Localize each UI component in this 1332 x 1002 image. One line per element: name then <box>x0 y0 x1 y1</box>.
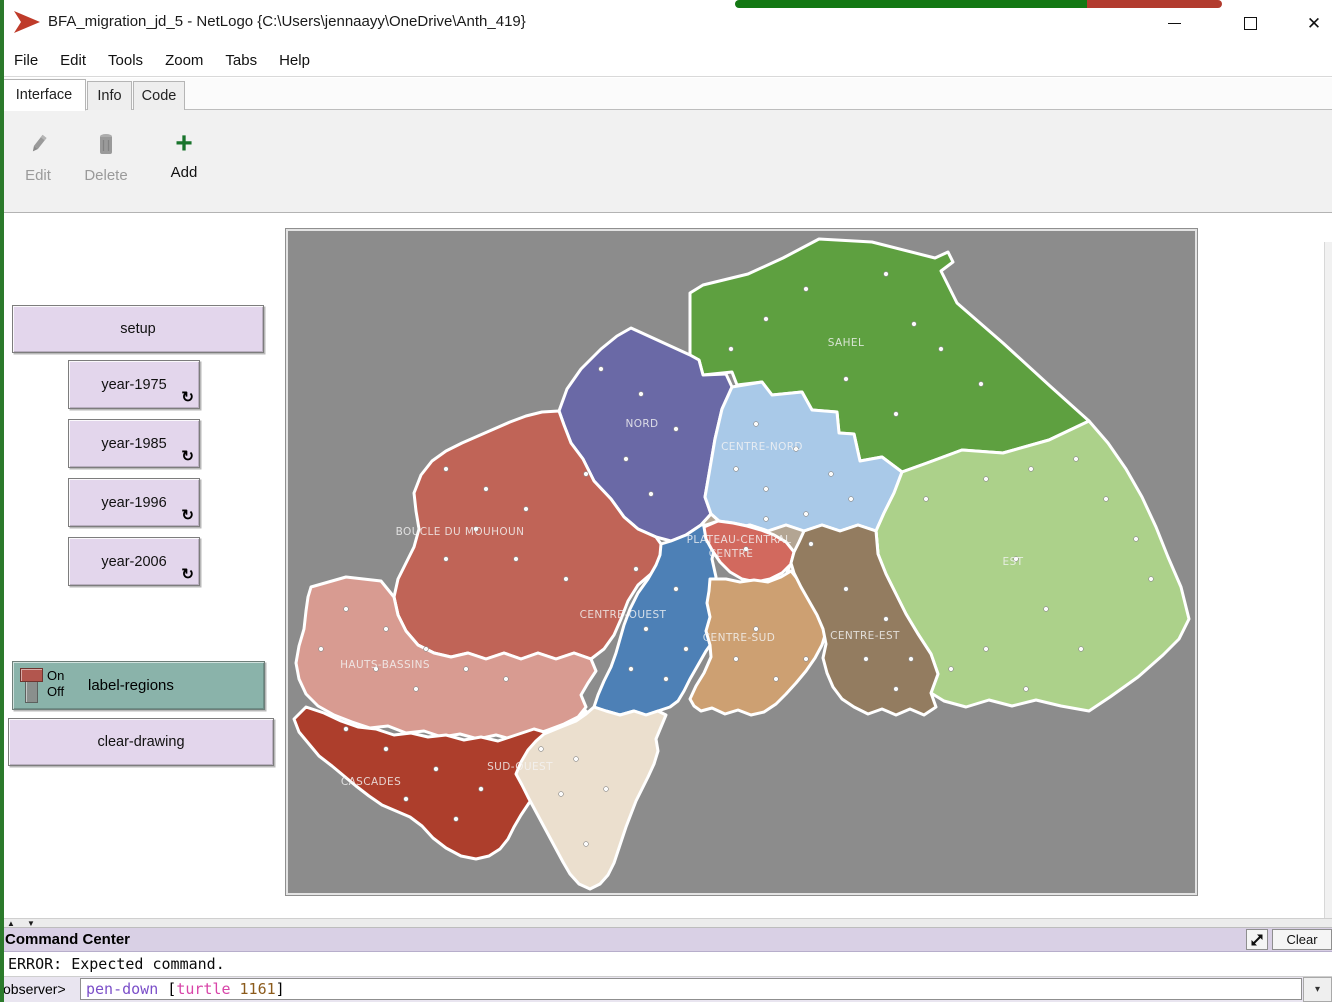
command-input-row: observer> pen-down [turtle 1161] ▾ <box>0 977 1332 1002</box>
setup-button[interactable]: setup <box>12 305 264 353</box>
command-center-splitter[interactable]: ▲ ▼ <box>0 918 1332 928</box>
edit-widget-button[interactable]: Edit <box>10 132 66 184</box>
switch-off-label: Off <box>47 684 64 699</box>
year-1975-label: year-1975 <box>101 377 166 393</box>
label-centre-sud: CENTRE-SUD <box>703 632 775 644</box>
label-centre: CENTRE <box>709 548 754 560</box>
netlogo-logo-icon <box>12 9 42 40</box>
command-center-header: Command Center Clear <box>0 928 1332 952</box>
plus-icon: + <box>175 127 193 160</box>
menu-tools[interactable]: Tools <box>97 52 154 69</box>
delete-widget-button[interactable]: Delete <box>78 132 134 184</box>
diagonal-arrows-icon <box>1250 933 1264 947</box>
command-input[interactable]: pen-down [turtle 1161] <box>80 978 1302 1000</box>
clear-button[interactable]: Clear <box>1272 929 1332 950</box>
tab-code[interactable]: Code <box>133 81 185 111</box>
tab-bar: Interface Info Code <box>0 78 1332 110</box>
year-1996-label: year-1996 <box>101 495 166 511</box>
year-1985-button[interactable]: year-1985 ↻ <box>68 419 200 468</box>
detach-button[interactable] <box>1246 929 1268 950</box>
command-output: ERROR: Expected command. <box>0 952 1332 977</box>
history-arrow-icon: ▾ <box>1315 984 1320 995</box>
switch-name-label: label-regions <box>88 662 174 709</box>
interface-canvas: setup year-1975 ↻ year-1985 ↻ year-1996 … <box>0 213 1332 918</box>
world-view[interactable]: SAHEL NORD CENTRE-NORD EST BOUCLE DU MOU… <box>285 228 1198 896</box>
close-button[interactable]: ✕ <box>1292 8 1332 38</box>
window-title: BFA_migration_jd_5 - NetLogo {C:\Users\j… <box>48 13 526 30</box>
vertical-scrollbar[interactable] <box>1324 242 1332 918</box>
forever-icon: ↻ <box>181 508 194 523</box>
label-regions-switch[interactable]: On Off label-regions <box>12 661 265 710</box>
clear-drawing-label: clear-drawing <box>97 734 184 750</box>
maximize-icon <box>1244 17 1257 30</box>
switch-knob[interactable] <box>20 668 43 682</box>
recording-bar-red <box>1087 0 1222 8</box>
trash-icon <box>97 143 115 160</box>
year-1996-button[interactable]: year-1996 ↻ <box>68 478 200 527</box>
label-est: EST <box>1003 556 1024 568</box>
menu-edit[interactable]: Edit <box>49 52 97 69</box>
splitter-up-icon[interactable]: ▲ <box>7 919 15 928</box>
label-sud-ouest: SUD-OUEST <box>487 761 553 773</box>
label-centre-est: CENTRE-EST <box>830 630 900 642</box>
tab-interface[interactable]: Interface <box>2 79 86 111</box>
forever-icon: ↻ <box>181 449 194 464</box>
tab-info[interactable]: Info <box>87 81 132 111</box>
command-center-title: Command Center <box>5 931 130 948</box>
burkina-faso-map: SAHEL NORD CENTRE-NORD EST BOUCLE DU MOU… <box>286 229 1199 897</box>
add-widget-button[interactable]: + Add <box>156 132 212 181</box>
menu-help[interactable]: Help <box>268 52 321 69</box>
label-cascades: CASCADES <box>341 776 401 788</box>
menu-file[interactable]: File <box>3 52 49 69</box>
interface-toolbar: Edit Delete + Add *abc Button ▼ normal s… <box>0 110 1332 213</box>
switch-on-label: On <box>47 668 64 683</box>
minimize-button[interactable] <box>1152 8 1196 38</box>
edit-label: Edit <box>10 167 66 184</box>
year-2006-button[interactable]: year-2006 ↻ <box>68 537 200 586</box>
netlogo-window: BFA_migration_jd_5 - NetLogo {C:\Users\j… <box>0 0 1332 1002</box>
label-centre-nord: CENTRE-NORD <box>721 441 803 453</box>
menu-bar: File Edit Tools Zoom Tabs Help <box>0 44 1332 77</box>
label-centre-ouest: CENTRE-OUEST <box>580 609 667 621</box>
forever-icon: ↻ <box>181 567 194 582</box>
recording-bar-green <box>735 0 1087 8</box>
command-input-text: pen-down [turtle 1161] <box>86 980 285 998</box>
setup-label: setup <box>120 321 155 337</box>
delete-label: Delete <box>78 167 134 184</box>
label-hauts-bassins: HAUTS-BASSINS <box>340 659 430 671</box>
year-1985-label: year-1985 <box>101 436 166 452</box>
close-icon: ✕ <box>1307 15 1321 32</box>
splitter-down-icon[interactable]: ▼ <box>27 919 35 928</box>
map-regions <box>294 239 1189 889</box>
label-plateau-central: PLATEAU-CENTRAL <box>687 534 792 546</box>
observer-prompt[interactable]: observer> <box>3 981 66 997</box>
label-boucle-du-mouhoun: BOUCLE DU MOUHOUN <box>396 526 525 538</box>
label-nord: NORD <box>625 418 658 430</box>
pencil-icon <box>27 143 49 160</box>
label-sahel: SAHEL <box>828 337 864 349</box>
forever-icon: ↻ <box>181 390 194 405</box>
clear-drawing-button[interactable]: clear-drawing <box>8 718 274 766</box>
add-label: Add <box>156 164 212 181</box>
maximize-button[interactable] <box>1228 8 1272 38</box>
history-dropdown-button[interactable]: ▾ <box>1303 977 1332 1002</box>
menu-tabs[interactable]: Tabs <box>214 52 268 69</box>
screen-edge-strip <box>0 0 4 1002</box>
minimize-icon <box>1168 23 1181 24</box>
year-1975-button[interactable]: year-1975 ↻ <box>68 360 200 409</box>
year-2006-label: year-2006 <box>101 554 166 570</box>
menu-zoom[interactable]: Zoom <box>154 52 214 69</box>
